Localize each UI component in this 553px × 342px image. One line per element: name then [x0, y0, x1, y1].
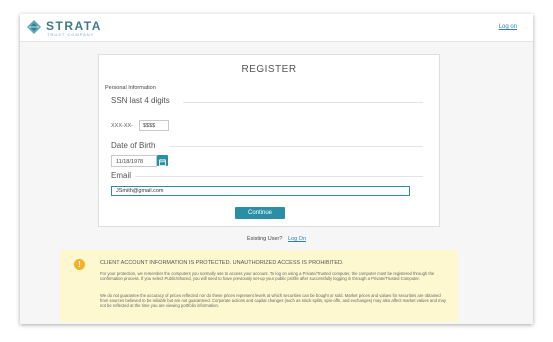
notice-paragraph-2: We do not guarantee the accuracy of pric…: [100, 293, 446, 308]
field-divider: [169, 146, 423, 147]
ssn-label: SSN last 4 digits: [111, 96, 170, 105]
page-frame: STRATA TRUST COMPANY Log on REGISTER Per…: [20, 14, 533, 324]
section-label: Personal Information: [105, 85, 156, 91]
page-title: REGISTER: [241, 64, 297, 75]
continue-button[interactable]: Continue: [235, 207, 285, 219]
header-login-link[interactable]: Log on: [499, 24, 517, 30]
field-divider: [135, 176, 423, 177]
strata-logo-icon: [27, 20, 41, 34]
register-card: REGISTER Personal Information SSN last 4…: [98, 54, 440, 227]
calendar-icon: [159, 159, 166, 166]
ssn-prefix: XXX-XX-: [111, 123, 134, 129]
top-bar: STRATA TRUST COMPANY Log on: [20, 14, 533, 42]
existing-user-text: Existing User?: [246, 236, 283, 242]
notice-paragraph-1: For your protection, we remember the com…: [100, 271, 435, 281]
ssn-input[interactable]: $$$$: [139, 120, 169, 131]
brand-name: STRATA: [46, 19, 102, 33]
brand-subtitle: TRUST COMPANY: [47, 32, 95, 37]
brand-logo[interactable]: STRATA TRUST COMPANY: [26, 19, 122, 39]
dob-input[interactable]: 11/18/1978: [111, 155, 157, 167]
security-notice: ! CLIENT ACCOUNT INFORMATION IS PROTECTE…: [60, 250, 458, 322]
dob-label: Date of Birth: [111, 141, 156, 150]
existing-user-row: Existing User? Log On: [20, 236, 533, 242]
email-label: Email: [111, 171, 132, 180]
email-input[interactable]: JSmith@gmail.com: [111, 186, 410, 196]
notice-title: CLIENT ACCOUNT INFORMATION IS PROTECTED.…: [100, 260, 344, 266]
calendar-button[interactable]: [157, 155, 168, 166]
log-on-link[interactable]: Log On: [288, 236, 306, 242]
field-divider: [183, 102, 423, 103]
warning-icon: !: [74, 259, 85, 270]
